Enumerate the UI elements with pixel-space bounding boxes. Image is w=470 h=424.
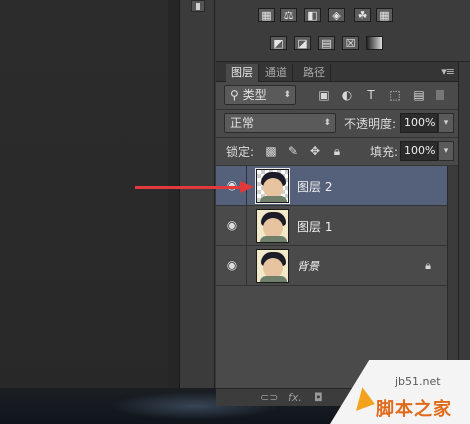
adjustments-panel: ▦ ⚖ ◧ ◈ ☘ ▦ ◩ ◪ ▤ ☒: [216, 0, 470, 62]
watermark-text: 脚本之家: [376, 399, 452, 420]
layers-panel: 图层 通道 路径 ▾≡ ⚲ 类型 ⬍ ▣ ◐ T ⬚ ▤ 正常 ⬍ 不透明度: …: [216, 62, 458, 388]
lock-position-icon[interactable]: ✥: [308, 144, 322, 158]
thumbnail-face: [263, 218, 283, 238]
thumbnail-face: [263, 178, 283, 198]
thumbnail-shirt: [260, 196, 287, 202]
eye-icon[interactable]: ◉: [224, 179, 240, 191]
brightness-contrast-icon[interactable]: ▦: [258, 8, 275, 22]
posterize-icon[interactable]: ▤: [318, 36, 335, 50]
layer-thumbnail[interactable]: [255, 168, 290, 204]
panel-menu-icon[interactable]: ▾≡: [441, 65, 455, 78]
annotation-arrow-line: [135, 186, 243, 189]
type-filter-icon[interactable]: T: [364, 88, 378, 102]
fill-field[interactable]: 100%: [400, 141, 438, 161]
eye-icon[interactable]: ◉: [224, 219, 240, 231]
blend-mode-dropdown[interactable]: 正常 ⬍: [224, 113, 336, 133]
layer-thumbnail[interactable]: [256, 249, 289, 283]
opacity-label: 不透明度:: [344, 117, 397, 131]
vibrance-icon[interactable]: ☘: [354, 8, 371, 22]
annotation-arrow-head: [240, 181, 254, 193]
canvas-scrollbar[interactable]: [168, 0, 180, 388]
visibility-cell[interactable]: ◉: [216, 246, 247, 286]
lock-transparent-icon[interactable]: ▩: [264, 144, 278, 158]
blend-row: 正常 ⬍ 不透明度: 100% ▾: [216, 110, 458, 138]
photo-filter-icon[interactable]: ◩: [270, 36, 287, 50]
smart-object-filter-icon[interactable]: ▤: [412, 88, 426, 102]
lock-all-icon[interactable]: 🔒︎: [330, 144, 344, 158]
tab-paths[interactable]: 路径: [298, 64, 331, 82]
tab-layers[interactable]: 图层: [226, 64, 259, 82]
adjustment-filter-icon[interactable]: ◐: [340, 88, 354, 102]
gradient-map-icon[interactable]: [366, 36, 383, 50]
collapsed-dock: [181, 0, 215, 388]
shape-filter-icon[interactable]: ⬚: [388, 88, 402, 102]
layer-row-layer1[interactable]: ◉ 图层 1: [216, 206, 447, 246]
hue-saturation-icon[interactable]: ▦: [376, 8, 393, 22]
threshold-icon[interactable]: ☒: [342, 36, 359, 50]
fill-dropdown-button[interactable]: ▾: [438, 141, 454, 161]
blend-mode-value: 正常: [230, 116, 255, 130]
layer-row-background[interactable]: ◉ 背景 🔒︎: [216, 246, 447, 286]
link-layers-icon[interactable]: ⊂⊃: [260, 391, 278, 404]
layer-name[interactable]: 图层 1: [297, 218, 332, 235]
panel-tabs: 图层 通道 路径 ▾≡: [216, 62, 458, 82]
visibility-cell[interactable]: ◉: [216, 206, 247, 246]
fill-label: 填充:: [370, 145, 399, 159]
pixel-filter-icon[interactable]: ▣: [317, 88, 331, 102]
thumbnail-face: [263, 258, 283, 278]
chevron-updown-icon: ⬍: [323, 118, 331, 128]
tab-channels[interactable]: 通道: [260, 64, 293, 82]
thumbnail-shirt: [260, 236, 287, 242]
layer-name[interactable]: 图层 2: [297, 178, 332, 195]
filter-toggle-icon[interactable]: [436, 90, 444, 100]
layer-filter-dropdown[interactable]: ⚲ 类型 ⬍: [224, 85, 296, 105]
search-icon: ⚲: [230, 88, 243, 102]
layers-scrollbar[interactable]: [447, 166, 458, 388]
dock-collapse-icon: [196, 3, 200, 10]
levels-icon[interactable]: ⚖: [280, 8, 297, 22]
exposure-icon[interactable]: ◈: [328, 8, 345, 22]
watermark-url: jb51.net: [395, 375, 441, 388]
eye-icon[interactable]: ◉: [224, 259, 240, 271]
opacity-dropdown-button[interactable]: ▾: [438, 113, 454, 133]
layer-thumbnail[interactable]: [256, 209, 289, 243]
layer-filter-row: ⚲ 类型 ⬍ ▣ ◐ T ⬚ ▤: [216, 82, 458, 110]
lock-image-icon[interactable]: ✎: [286, 144, 300, 158]
lock-label: 锁定:: [226, 145, 255, 159]
mask-icon[interactable]: ◘: [314, 391, 323, 404]
invert-icon[interactable]: ◪: [294, 36, 311, 50]
lock-icon: 🔒︎: [425, 259, 431, 272]
document-canvas[interactable]: [0, 0, 168, 424]
thumbnail-shirt: [260, 276, 287, 282]
opacity-field[interactable]: 100%: [400, 113, 438, 133]
lock-row: 锁定: ▩ ✎ ✥ 🔒︎ 填充: 100% ▾: [216, 138, 458, 166]
layer-name[interactable]: 背景: [297, 258, 319, 274]
panel-edge: [458, 62, 470, 388]
dock-collapse-button[interactable]: [191, 0, 205, 12]
curves-icon[interactable]: ◧: [304, 8, 321, 22]
fx-icon[interactable]: fx.: [288, 391, 302, 404]
chevron-updown-icon: ⬍: [283, 90, 291, 100]
filter-type-label: 类型: [242, 88, 267, 102]
